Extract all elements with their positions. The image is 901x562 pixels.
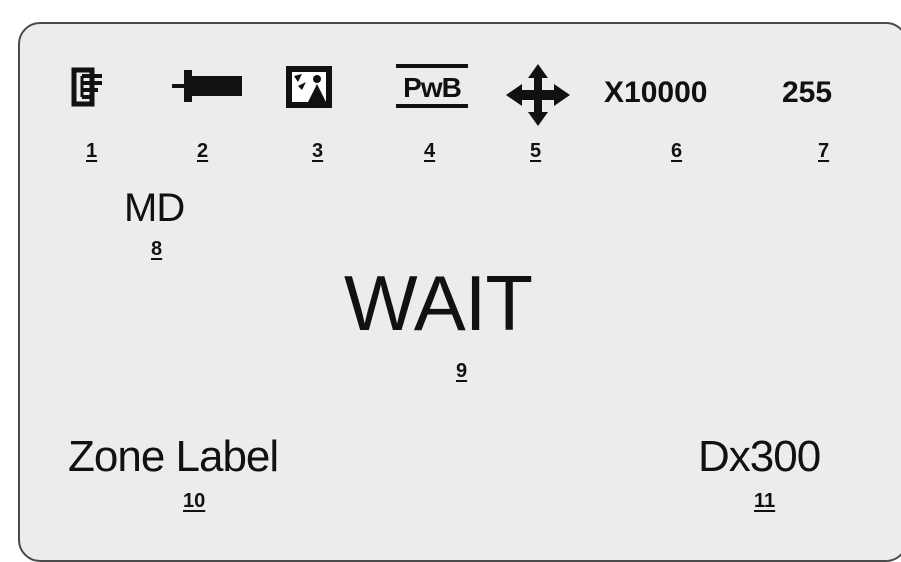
icon-number-7: 7 [818, 140, 830, 162]
plug-icon [170, 66, 244, 106]
mode-indicator: MD [124, 186, 185, 230]
move-icon [502, 62, 574, 128]
icon-number-2: 2 [197, 140, 209, 162]
icon-number-5: 5 [530, 140, 542, 162]
icon-number-6: 6 [671, 140, 683, 162]
pwb-icon: PwB [396, 64, 468, 108]
status-message: WAIT [344, 259, 533, 347]
count-value: 255 [782, 76, 833, 109]
icon-number-11: 11 [754, 490, 776, 512]
icon-number-1: 1 [86, 140, 98, 162]
multiplier-value: X10000 [604, 76, 708, 109]
icon-number-8: 8 [151, 238, 163, 260]
icon-number-10: 10 [183, 490, 206, 512]
icon-number-4: 4 [424, 140, 436, 162]
tool-icon [68, 66, 106, 108]
icon-number-9: 9 [456, 360, 468, 382]
zone-label: Zone Label [68, 432, 279, 481]
icon-number-3: 3 [312, 140, 324, 162]
service-icon [284, 64, 334, 110]
code-value: Dx300 [698, 432, 821, 481]
